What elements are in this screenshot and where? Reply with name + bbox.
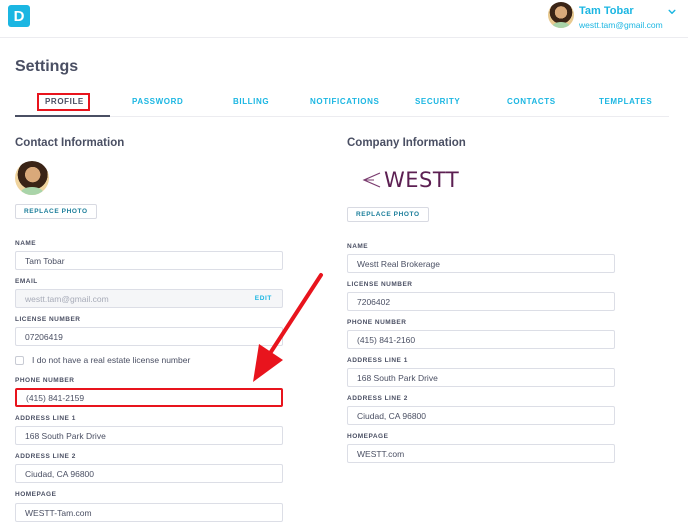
company-license-label: LICENSE NUMBER [347,281,413,288]
active-tab-indicator [15,115,110,117]
company-info-title: Company Information [347,137,466,149]
no-license-checkbox-label[interactable]: I do not have a real estate license numb… [32,355,190,365]
company-logo: WESTT [362,168,459,192]
contact-name-label: NAME [15,240,37,247]
replace-contact-photo-button[interactable]: REPLACE PHOTO [15,204,97,219]
tab-templates[interactable]: TEMPLATES [599,97,652,106]
contact-address2-input[interactable]: Ciudad, CA 96800 [15,464,283,483]
user-name[interactable]: Tam Tobar [579,5,634,17]
no-license-checkbox[interactable] [15,355,24,365]
contact-info-title: Contact Information [15,137,125,149]
settings-tabs: PROFILE PASSWORD BILLING NOTIFICATIONS S… [15,93,669,117]
westt-chevron-icon [362,172,381,188]
contact-email-input: westt.tam@gmail.com EDIT [15,289,283,308]
company-address1-input[interactable]: 168 South Park Drive [347,368,615,387]
contact-name-input[interactable]: Tam Tobar [15,251,283,270]
company-logo-text: WESTT [384,168,460,192]
company-address2-input[interactable]: Ciudad, CA 96800 [347,406,615,425]
contact-avatar [15,161,49,195]
replace-company-photo-button[interactable]: REPLACE PHOTO [347,207,429,222]
chevron-down-icon[interactable] [668,8,676,16]
company-phone-label: PHONE NUMBER [347,319,407,326]
contact-email-label: EMAIL [15,278,38,285]
tab-password[interactable]: PASSWORD [132,97,183,106]
user-email[interactable]: westt.tam@gmail.com [579,20,663,30]
company-name-input[interactable]: Westt Real Brokerage [347,254,615,273]
tab-notifications[interactable]: NOTIFICATIONS [310,97,379,106]
tab-security[interactable]: SECURITY [415,97,460,106]
contact-address1-label: ADDRESS LINE 1 [15,415,76,422]
company-phone-input[interactable]: (415) 841-2160 [347,330,615,349]
page-title: Settings [15,58,79,75]
company-license-input[interactable]: 7206402 [347,292,615,311]
no-license-checkbox-row[interactable]: I do not have a real estate license numb… [15,354,190,366]
app-logo[interactable]: D [8,5,30,27]
tab-billing[interactable]: BILLING [233,97,269,106]
company-homepage-input[interactable]: WESTT.com [347,444,615,463]
user-avatar[interactable] [548,2,574,28]
tab-profile[interactable]: PROFILE [45,97,84,106]
company-name-label: NAME [347,243,369,250]
contact-license-input[interactable]: 07206419 [15,327,283,346]
tab-contacts[interactable]: CONTACTS [507,97,556,106]
edit-email-button[interactable]: EDIT [255,295,272,302]
contact-homepage-label: HOMEPAGE [15,491,57,498]
company-homepage-label: HOMEPAGE [347,433,389,440]
contact-phone-input[interactable]: (415) 841-2159 [15,388,283,407]
contact-homepage-input[interactable]: WESTT-Tam.com [15,503,283,522]
contact-email-value: westt.tam@gmail.com [25,293,109,304]
contact-address1-input[interactable]: 168 South Park Drive [15,426,283,445]
company-address2-label: ADDRESS LINE 2 [347,395,408,402]
top-bar: D Tam Tobar westt.tam@gmail.com [0,0,688,38]
contact-phone-label: PHONE NUMBER [15,377,75,384]
contact-address2-label: ADDRESS LINE 2 [15,453,76,460]
company-address1-label: ADDRESS LINE 1 [347,357,408,364]
contact-license-label: LICENSE NUMBER [15,316,81,323]
